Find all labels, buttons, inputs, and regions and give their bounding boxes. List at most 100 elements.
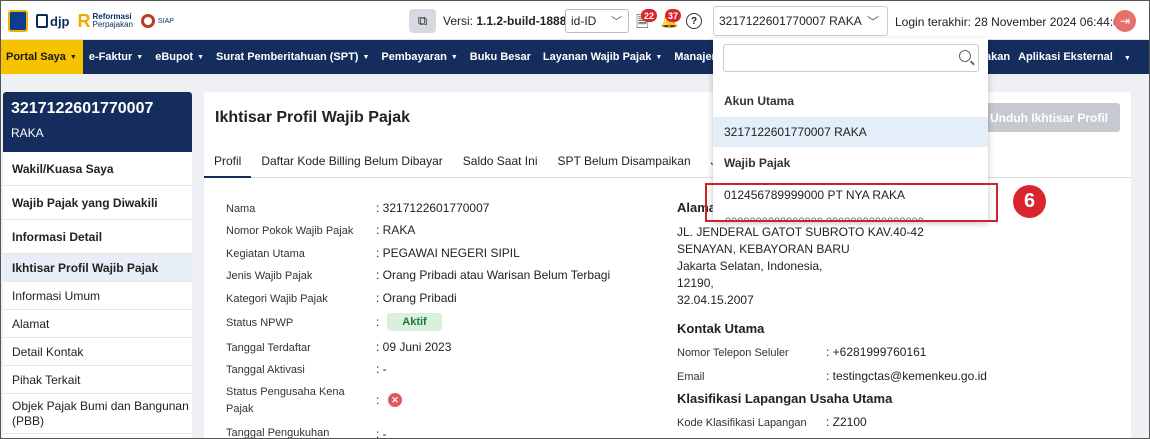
field-label: Status NPWP (226, 317, 294, 329)
address-line: 32.04.15.2007 (677, 293, 754, 307)
nav-label: Surat Pemberitahuan (SPT) (216, 51, 359, 63)
nav-label: eBupot (155, 51, 194, 63)
logos: djp R Reformasi Perpajakan SIAP (8, 8, 174, 34)
field-value: : Z2100 (826, 415, 867, 429)
nav-item-partial[interactable]: akan (985, 51, 1010, 63)
account-select[interactable]: 3217122601770007 RAKA ﹀ (713, 6, 888, 36)
caret-down-icon: ▼ (136, 53, 144, 61)
nav-label: Portal Saya (6, 51, 66, 63)
dropdown-option-akun-utama[interactable]: 3217122601770007 RAKA (713, 117, 988, 147)
language-select[interactable]: id-ID ﹀ (565, 9, 629, 33)
address-line: JL. JENDERAL GATOT SUBROTO KAV.40-42 (677, 225, 924, 239)
chevron-down-icon: ﹀ (611, 16, 622, 28)
field-label: Tanggal Aktivasi (226, 364, 305, 376)
profile-card: 3217122601770007 RAKA (3, 92, 192, 152)
reformasi-logo: R Reformasi Perpajakan (78, 12, 133, 30)
account-selected: 3217122601770007 RAKA (719, 14, 862, 28)
language-value: id-ID (571, 14, 597, 28)
profile-name: RAKA (11, 126, 44, 140)
nav-item-buku-besar[interactable]: Buku Besar (464, 40, 537, 74)
highlight-box (705, 183, 998, 222)
nav-item-ebupot[interactable]: eBupot ▼ (149, 40, 210, 74)
sidebar-item-informasi-umum[interactable]: Informasi Umum (3, 282, 192, 310)
tab-kode-billing[interactable]: Daftar Kode Billing Belum Dibayar (251, 144, 452, 178)
sidebar-item-wakil-kuasa[interactable]: Wakil/Kuasa Saya (3, 152, 192, 186)
tab-spt-belum[interactable]: SPT Belum Disampaikan (547, 144, 700, 178)
nav-item-aplikasi-eksternal[interactable]: Aplikasi Eksternal ▼ (1018, 51, 1139, 63)
nav-item-pembayaran[interactable]: Pembayaran ▼ (375, 40, 463, 74)
caret-down-icon: ▼ (655, 53, 663, 61)
sidebar-item-ikhtisar[interactable]: Ikhtisar Profil Wajib Pajak (3, 254, 192, 282)
perpajakan-text: Perpajakan (92, 20, 133, 29)
field-label: Tanggal Terdaftar (226, 342, 311, 354)
sidebar-item-wp-diwakili[interactable]: Wajib Pajak yang Diwakili (3, 186, 192, 220)
tab-profil[interactable]: Profil (204, 144, 252, 178)
dropdown-search-input[interactable] (723, 44, 979, 72)
field-value: : 09 Juni 2023 (376, 340, 452, 354)
sidebar-item-informasi-detail[interactable]: Informasi Detail (3, 220, 192, 254)
sidebar-item-detail-kontak[interactable]: Detail Kontak (3, 338, 192, 366)
field-value: : Orang Pribadi (376, 291, 457, 305)
dropdown-group-akun-utama: Akun Utama (724, 94, 795, 108)
field-value: : - (376, 427, 387, 439)
profile-tabs: Profil Daftar Kode Billing Belum Dibayar… (204, 144, 1131, 178)
field-value: : PEGAWAI NEGERI SIPIL (376, 246, 520, 260)
field-value: : +6281999760161 (826, 345, 927, 359)
dropdown-group-wajib-pajak: Wajib Pajak (724, 156, 791, 170)
siap-logo: SIAP (140, 14, 174, 28)
document-switch-button[interactable]: ⧉ (409, 9, 436, 33)
status-badge: Aktif (387, 313, 442, 331)
version-value: 1.1.2-build-1888 (476, 14, 567, 28)
field-value: : (376, 393, 380, 407)
field-label: Pajak (226, 403, 254, 415)
field-label: Status Pengusaha Kena (226, 386, 345, 398)
step-badge: 6 (1013, 185, 1046, 218)
kemenkeu-logo-icon (8, 10, 28, 32)
djp-box-icon (36, 14, 48, 28)
profile-npwp: 3217122601770007 (11, 100, 154, 117)
nav-item-efaktur[interactable]: e-Faktur ▼ (83, 40, 149, 74)
nav-item-spt[interactable]: Surat Pemberitahuan (SPT) ▼ (210, 40, 375, 74)
page-title: Ikhtisar Profil Wajib Pajak (215, 109, 411, 126)
tab-saldo[interactable]: Saldo Saat Ini (453, 144, 548, 178)
djp-logo: djp (36, 14, 70, 29)
copy-icon: ⧉ (417, 13, 428, 28)
chevron-down-icon: ﹀ (866, 15, 879, 29)
sidebar-item-objek-pbb[interactable]: Objek Pajak Bumi dan Bangunan (PBB) (3, 394, 192, 434)
version-label: Versi: (443, 14, 474, 28)
field-label: Jenis Wajib Pajak (226, 270, 313, 282)
logout-icon[interactable]: ⇥ (1114, 10, 1136, 32)
contact-title: Kontak Utama (677, 321, 765, 336)
nav-right: akan Aplikasi Eksternal ▼ (985, 40, 1147, 74)
field-value: : - (376, 362, 387, 376)
field-value: : (376, 315, 380, 329)
last-login: Login terakhir: 28 November 2024 06:44:0… (895, 15, 1127, 29)
field-value: : testingctas@kemenkeu.go.id (826, 369, 987, 383)
siap-text: SIAP (157, 17, 174, 25)
field-label: Kode Klasifikasi Lapangan (677, 417, 807, 429)
field-label: Tanggal Pengukuhan (226, 427, 330, 439)
field-value: : RAKA (376, 223, 416, 237)
field-label: Email (677, 371, 705, 383)
profile-sidebar: 3217122601770007 RAKA Wakil/Kuasa Saya W… (3, 92, 192, 439)
sidebar-item-pihak-terkait[interactable]: Pihak Terkait (3, 366, 192, 394)
search-icon (959, 50, 971, 62)
download-profile-button[interactable]: Unduh Ikhtisar Profil (983, 103, 1120, 132)
version-info: Versi: 1.1.2-build-1888 (443, 14, 566, 28)
caret-down-icon: ▼ (69, 53, 77, 61)
nav-item-layanan-wp[interactable]: Layanan Wajib Pajak ▼ (537, 40, 668, 74)
nav-label: Layanan Wajib Pajak (542, 51, 652, 63)
address-line: 12190, (677, 276, 714, 290)
caret-down-icon: ▼ (450, 53, 458, 61)
document-badge: 22 (641, 9, 658, 22)
help-icon[interactable]: ? (686, 13, 702, 29)
field-value: : Orang Pribadi atau Warisan Belum Terba… (376, 268, 611, 282)
field-value: : 3217122601770007 (376, 201, 490, 215)
nav-item-portal-saya[interactable]: Portal Saya ▼ (0, 40, 83, 74)
reformasi-r-icon: R (77, 11, 91, 31)
sidebar-item-alamat[interactable]: Alamat (3, 310, 192, 338)
nav-label: Pembayaran (381, 51, 447, 63)
address-line: Jakarta Selatan, Indonesia, (677, 259, 823, 273)
nav-label: Aplikasi Eksternal (1018, 51, 1113, 63)
djp-logo-text: djp (50, 13, 70, 29)
